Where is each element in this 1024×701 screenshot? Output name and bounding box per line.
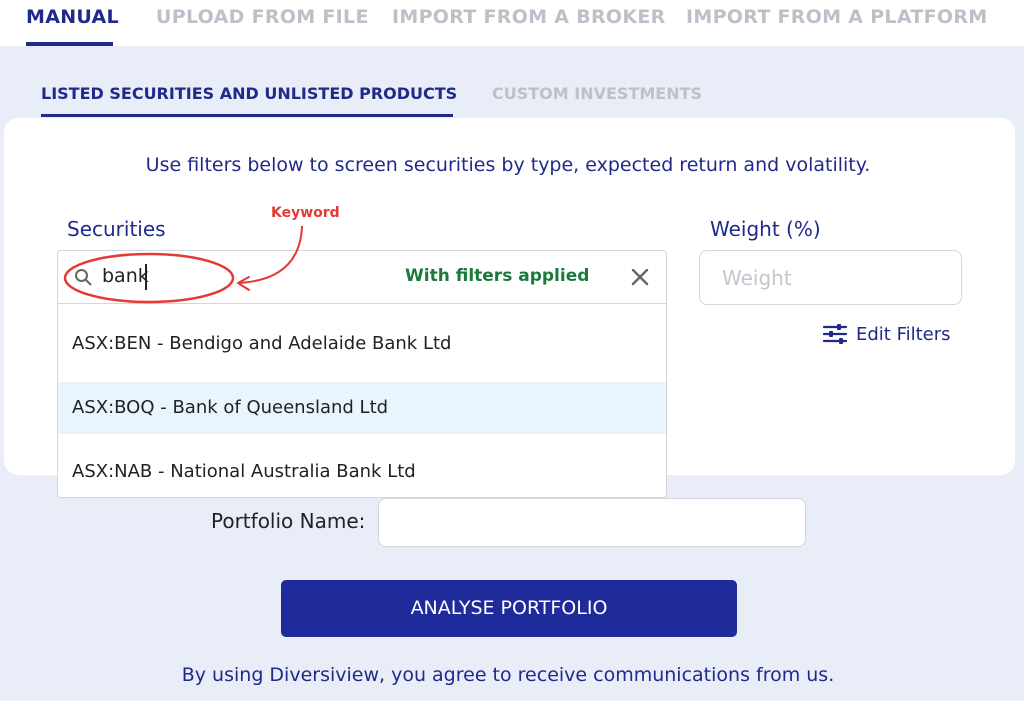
subtab-custom-investments[interactable]: CUSTOM INVESTMENTS xyxy=(492,84,702,103)
securities-label: Securities xyxy=(67,217,166,241)
filter-instructions: Use filters below to screen securities b… xyxy=(145,154,871,176)
search-value[interactable]: bank xyxy=(102,265,149,287)
tab-upload-from-file[interactable]: UPLOAD FROM FILE xyxy=(156,6,369,28)
close-icon[interactable] xyxy=(629,266,651,288)
weight-label: Weight (%) xyxy=(710,217,821,241)
active-subtab-indicator xyxy=(41,114,453,117)
securities-dropdown: ASX:BEN - Bendigo and Adelaide Bank Ltd … xyxy=(57,304,667,498)
footer-consent-note: By using Diversiview, you agree to recei… xyxy=(181,664,835,686)
tab-manual[interactable]: MANUAL xyxy=(26,6,119,28)
annotation-filters-applied: With filters applied xyxy=(405,266,590,286)
dropdown-option[interactable]: ASX:NAB - National Australia Bank Ltd xyxy=(58,446,666,498)
edit-filters-label: Edit Filters xyxy=(856,323,951,345)
sliders-icon xyxy=(822,324,848,344)
portfolio-name-label: Portfolio Name: xyxy=(211,509,366,533)
annotation-keyword: Keyword xyxy=(271,205,340,221)
analyse-portfolio-button[interactable]: ANALYSE PORTFOLIO xyxy=(281,580,737,637)
portfolio-name-input[interactable] xyxy=(378,498,806,547)
text-cursor xyxy=(145,264,147,290)
tab-import-from-platform[interactable]: IMPORT FROM A PLATFORM xyxy=(686,6,988,28)
dropdown-option[interactable]: ASX:BEN - Bendigo and Adelaide Bank Ltd xyxy=(58,318,666,370)
active-tab-indicator xyxy=(26,42,113,46)
tab-import-from-broker[interactable]: IMPORT FROM A BROKER xyxy=(392,6,666,28)
weight-input[interactable] xyxy=(699,250,962,305)
dropdown-option-highlighted[interactable]: ASX:BOQ - Bank of Queensland Ltd xyxy=(58,382,666,434)
edit-filters-button[interactable]: Edit Filters xyxy=(822,321,951,347)
search-icon xyxy=(75,269,92,286)
subtab-listed-securities[interactable]: LISTED SECURITIES AND UNLISTED PRODUCTS xyxy=(41,84,457,103)
